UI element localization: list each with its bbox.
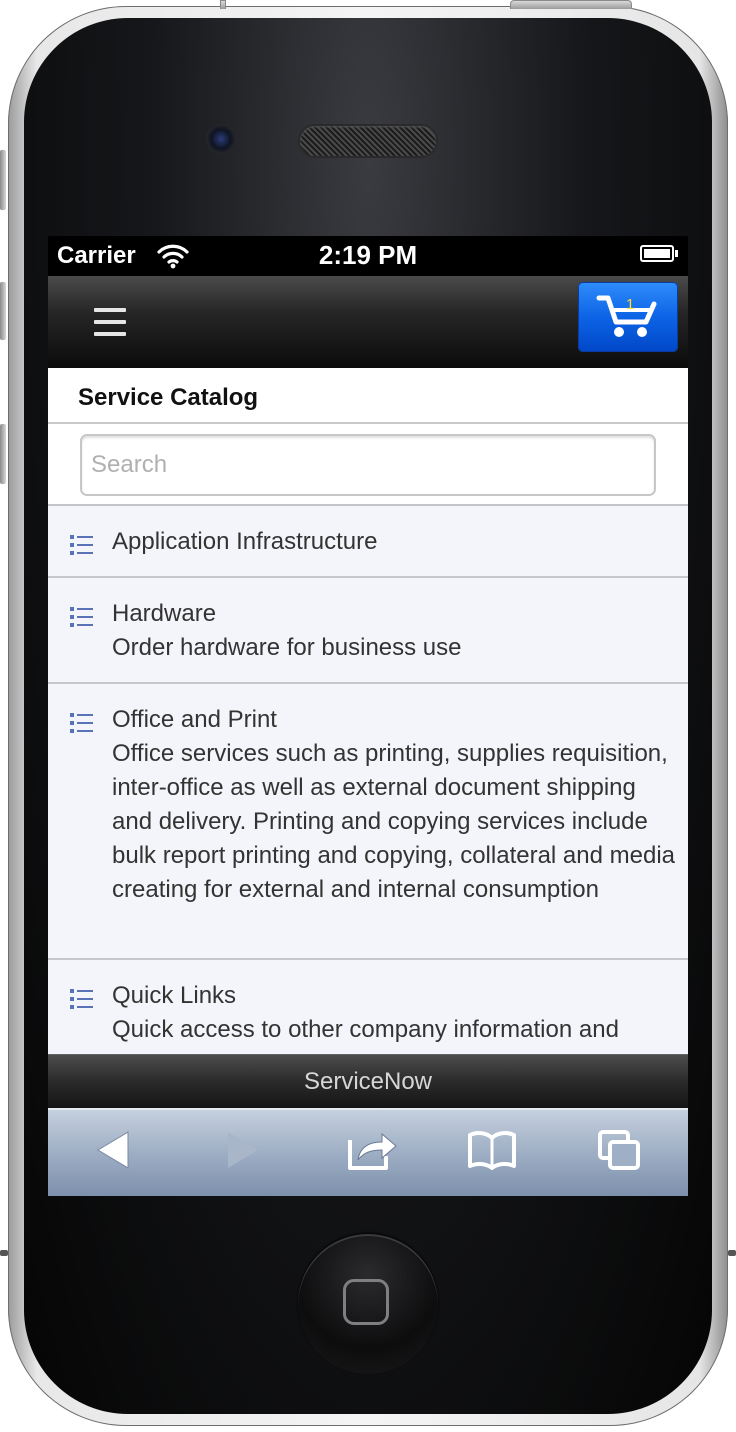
- list-bullet-icon: [70, 535, 93, 555]
- home-button[interactable]: [298, 1234, 438, 1374]
- item-title: Office and Print: [112, 706, 277, 733]
- sleep-button: [510, 0, 632, 9]
- footer-brand: ServiceNow: [303, 1068, 433, 1095]
- catalog-list: Application Infrastructure Hardware Orde…: [48, 506, 688, 1054]
- item-title: Application Infrastructure: [112, 528, 378, 555]
- back-icon[interactable]: [94, 1126, 134, 1174]
- screen: Carrier 2:19 PM 1 Service Catalog Search…: [48, 236, 688, 1196]
- cart-count-badge: 1: [626, 296, 635, 313]
- list-item[interactable]: Hardware Order hardware for business use: [48, 578, 688, 684]
- list-bullet-icon: [70, 607, 93, 627]
- item-description: Quick access to other company informatio…: [112, 1016, 619, 1043]
- page-header: Service Catalog: [48, 368, 688, 424]
- search-input[interactable]: [80, 434, 656, 496]
- home-square-icon: [343, 1279, 389, 1325]
- tabs-icon[interactable]: [596, 1126, 644, 1174]
- search-bar: [48, 424, 688, 506]
- forward-icon[interactable]: [222, 1126, 262, 1174]
- list-item[interactable]: Application Infrastructure: [48, 506, 688, 578]
- battery-icon: [640, 245, 674, 262]
- mute-switch: [0, 150, 6, 210]
- main-content: Service Catalog Application Infrastructu…: [48, 368, 688, 1054]
- list-item[interactable]: Office and Print Office services such as…: [48, 684, 688, 960]
- list-bullet-icon: [70, 713, 93, 733]
- volume-up-button: [0, 282, 6, 340]
- app-header: 1: [48, 276, 688, 368]
- list-bullet-icon: [70, 989, 93, 1009]
- app-footer: ServiceNow: [48, 1054, 688, 1109]
- status-time: 2:19 PM: [318, 240, 418, 270]
- list-item[interactable]: Quick Links Quick access to other compan…: [48, 960, 688, 1054]
- battery-tip: [675, 250, 678, 257]
- volume-down-button: [0, 424, 6, 484]
- bookmarks-icon[interactable]: [466, 1126, 518, 1174]
- page-title: Service Catalog: [78, 384, 259, 411]
- side-seam-left: [0, 1250, 8, 1256]
- earpiece-speaker: [300, 126, 436, 156]
- item-description: Order hardware for business use: [112, 634, 462, 661]
- hamburger-menu-icon[interactable]: [92, 304, 130, 344]
- item-title: Hardware: [112, 600, 217, 627]
- cart-button[interactable]: 1: [578, 282, 678, 352]
- item-title: Quick Links: [112, 982, 237, 1009]
- browser-toolbar: [48, 1108, 688, 1196]
- front-camera: [206, 124, 236, 154]
- sleep-button-edge: [220, 0, 226, 9]
- side-seam-right: [728, 1250, 736, 1256]
- share-icon[interactable]: [346, 1126, 402, 1174]
- item-description: Office services such as printing, suppli…: [112, 740, 676, 903]
- status-bar: Carrier 2:19 PM: [48, 236, 688, 276]
